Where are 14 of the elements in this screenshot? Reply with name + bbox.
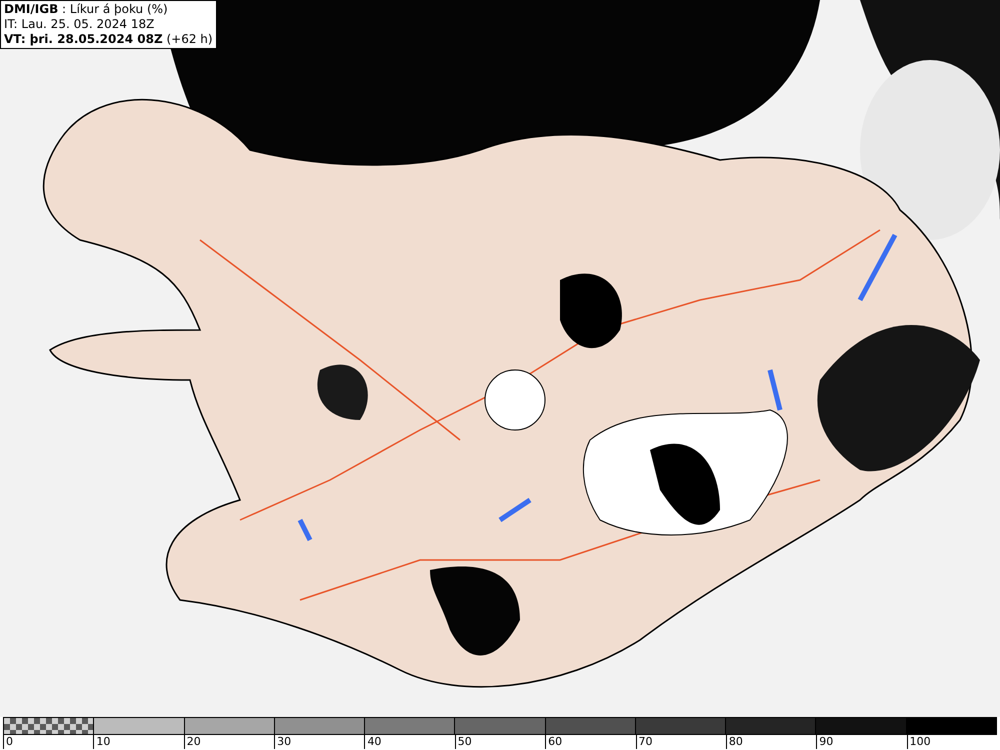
info-text: DMI/IGB : Líkur á þoku (%)	[4, 2, 169, 17]
legend-label: 20	[184, 735, 274, 749]
legend-label: 70	[636, 735, 726, 749]
info-text: IT: Lau. 25. 05. 2024 18Z	[4, 17, 156, 32]
legend-label: 40	[364, 735, 455, 749]
legend-label: 60	[545, 735, 636, 749]
legend-label: 80	[726, 735, 816, 749]
legend-label: 50	[454, 735, 546, 749]
legend-label: 90	[816, 735, 907, 749]
legend-label: 0	[3, 735, 94, 749]
legend-label: 100	[906, 735, 997, 749]
info-text: VT: þri. 28.05.2024 08Z (+62 h)	[4, 32, 213, 47]
legend-label: 10	[93, 735, 184, 749]
legend-label: 30	[274, 735, 364, 749]
